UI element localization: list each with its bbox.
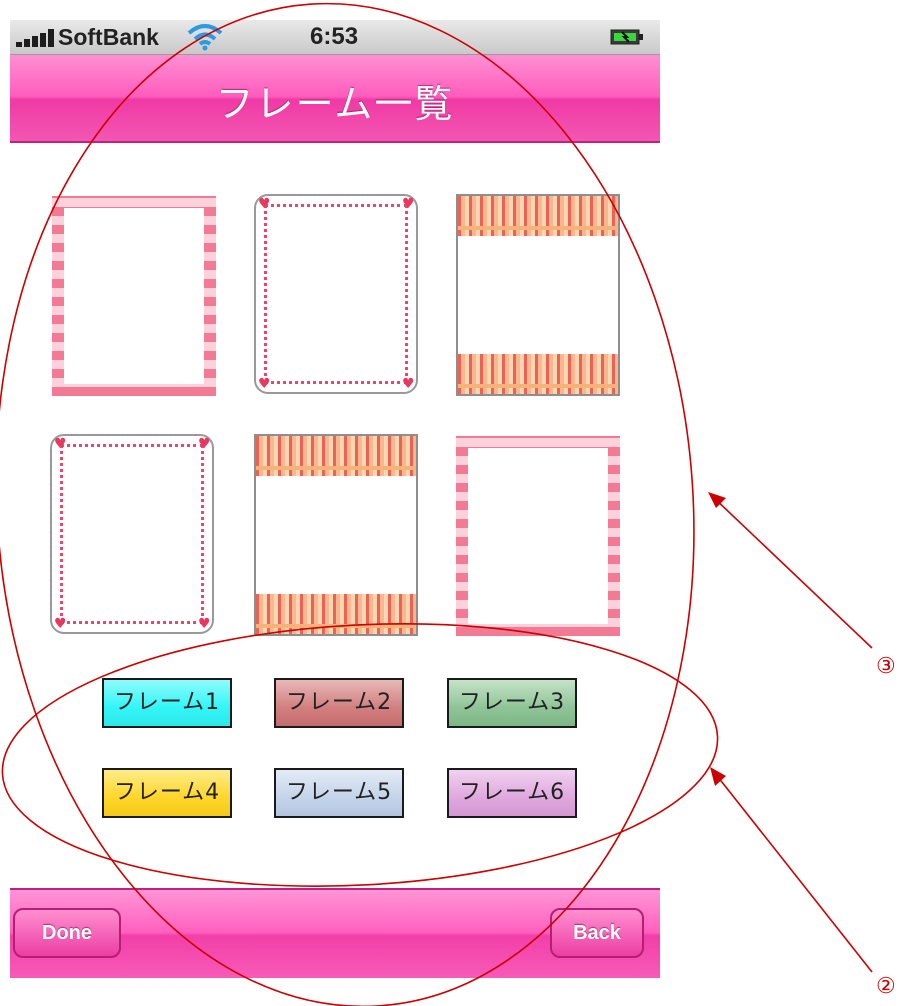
frame-2-button[interactable]: フレーム2 [274,678,404,728]
band-stripe [458,384,618,388]
signal-strength-icon [16,29,58,47]
frame-thumbnail-4[interactable]: ♥ ♥ ♥ ♥ [50,434,214,634]
back-button[interactable]: Back [550,908,644,958]
heart-icon: ♥ [402,196,415,212]
heart-icon: ♥ [54,436,67,452]
bottom-toolbar: Done Back [10,888,660,978]
dotted-border [60,444,204,624]
heart-icon: ♥ [198,436,211,452]
frame-6-button[interactable]: フレーム6 [447,768,577,818]
done-button[interactable]: Done [13,908,121,958]
status-time: 6:53 [310,23,359,50]
floral-band-bottom [458,354,618,394]
frame-thumbnail-6[interactable] [456,436,620,636]
floral-band-top [256,436,416,476]
floral-band-top [458,196,618,236]
frame-1-button[interactable]: フレーム1 [102,678,232,728]
page-title: フレーム一覧 [215,82,455,126]
frame-thumbnail-5[interactable] [254,434,418,636]
phone-screen: SoftBank 6:53 フレーム一覧 ♥ ♥ ♥ ♥ ♥ ♥ ♥ ♥ フレー… [10,20,660,1005]
annotation-arrow-3-line [711,495,873,649]
annotation-arrow-2-head [710,767,726,786]
annotation-label-2: ② [876,974,896,999]
floral-band-bottom [256,594,416,634]
annotation-arrow-2-line [713,771,873,973]
frame-3-button[interactable]: フレーム3 [447,678,577,728]
heart-icon: ♥ [258,376,271,392]
battery-charging-icon [610,29,643,45]
annotation-arrow-3-head [708,492,726,508]
carrier-name: SoftBank [58,24,159,50]
frame-4-button[interactable]: フレーム4 [102,768,232,818]
heart-icon: ♥ [54,616,67,632]
heart-icon: ♥ [198,616,211,632]
band-stripe [256,466,416,470]
frame-thumbnail-1[interactable] [52,196,216,396]
band-stripe [458,226,618,230]
frame-thumbnail-3[interactable] [456,194,620,396]
annotation-label-3: ③ [876,654,896,679]
wifi-icon [187,24,223,51]
navigation-bar: フレーム一覧 [10,55,660,143]
dotted-border [264,204,408,384]
status-bar: SoftBank 6:53 [10,20,660,55]
band-stripe [256,624,416,628]
frame-thumbnail-2[interactable]: ♥ ♥ ♥ ♥ [254,194,418,394]
heart-icon: ♥ [258,196,271,212]
frame-5-button[interactable]: フレーム5 [274,768,404,818]
heart-icon: ♥ [402,376,415,392]
